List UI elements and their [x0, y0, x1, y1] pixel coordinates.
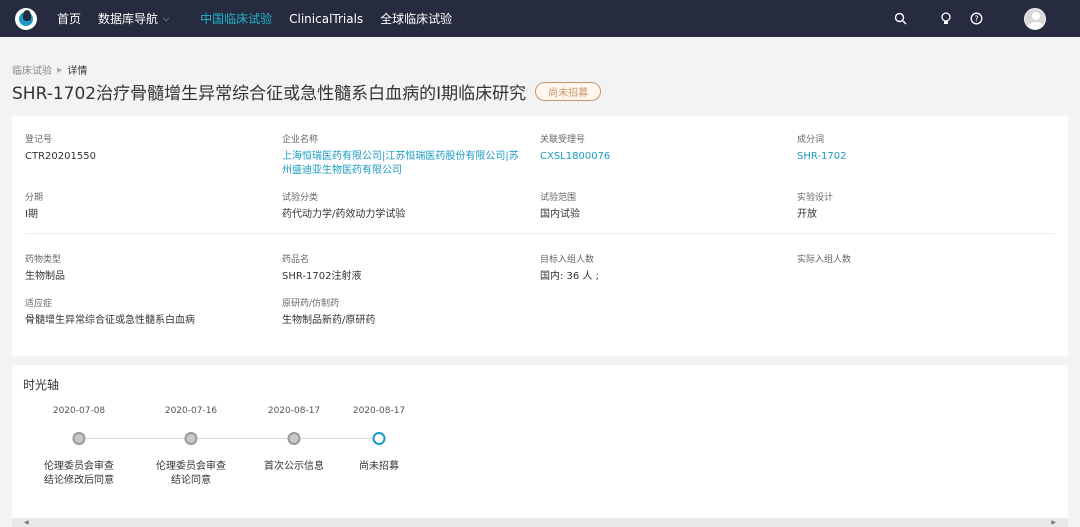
- company-link[interactable]: 上海恒瑞医药有限公司|江苏恒瑞医药股份有限公司|苏州盛迪亚生物医药有限公司: [282, 150, 528, 178]
- timeline-date: 2020-08-17: [352, 406, 406, 416]
- timeline-label: 伦理委员会审查 结论同意: [146, 460, 236, 488]
- timeline-label-line: 结论同意: [171, 475, 211, 486]
- accept-no-link[interactable]: CXSL1800076: [540, 150, 610, 164]
- nav-global-trials[interactable]: 全球临床试验: [380, 10, 452, 27]
- page-title: SHR-1702治疗骨髓增生异常综合征或急性髓系白血病的I期临床研究: [12, 84, 527, 104]
- chevron-right-icon: ▶: [57, 65, 63, 74]
- field-accept-no: 关联受理号 CXSL1800076: [540, 132, 610, 164]
- target-n-label: 目标入组人数: [540, 255, 595, 265]
- info-card: 登记号 CTR20201550 企业名称 上海恒瑞医药有限公司|江苏恒瑞医药股份…: [12, 116, 1068, 356]
- actual-n-label: 实际入组人数: [797, 255, 852, 265]
- design-value: 开放: [797, 209, 817, 220]
- field-origin: 原研药/仿制药 生物制品新药/原研药: [282, 296, 375, 328]
- nav-database-label: 数据库导航: [98, 12, 159, 26]
- drug-name-label: 药品名: [282, 255, 310, 265]
- timeline-label-line: 尚未招募: [359, 461, 399, 472]
- nav-clinicaltrials[interactable]: ClinicalTrials: [289, 12, 363, 26]
- drug-type-label: 药物类型: [25, 255, 62, 265]
- timeline-dot-current: [372, 432, 386, 445]
- ingredient-link[interactable]: SHR-1702: [797, 150, 846, 164]
- field-target-n: 目标入组人数 国内: 36 人 ;: [540, 252, 599, 284]
- nav-database[interactable]: 数据库导航 ⌵: [98, 10, 169, 27]
- divider: [25, 233, 1055, 234]
- design-label: 实验设计: [797, 193, 834, 203]
- scroll-left-icon[interactable]: ◀: [24, 519, 29, 526]
- logo-icon[interactable]: [15, 7, 37, 30]
- title-row: SHR-1702治疗骨髓增生异常综合征或急性髓系白血病的I期临床研究 尚未招募: [12, 79, 602, 104]
- field-company: 企业名称 上海恒瑞医药有限公司|江苏恒瑞医药股份有限公司|苏州盛迪亚生物医药有限…: [282, 132, 528, 178]
- status-badge: 尚未招募: [535, 82, 602, 101]
- phase-value: I期: [25, 209, 38, 220]
- horizontal-scrollbar[interactable]: ◀ ▶: [12, 518, 1068, 527]
- accept-no-label: 关联受理号: [540, 135, 586, 145]
- company-label: 企业名称: [282, 135, 319, 145]
- timeline-label: 伦理委员会审查 结论修改后同意: [34, 460, 124, 488]
- lightbulb-icon[interactable]: [938, 11, 954, 27]
- help-icon[interactable]: ?: [968, 11, 984, 27]
- field-drug-type: 药物类型 生物制品: [25, 252, 65, 284]
- svg-text:?: ?: [974, 15, 978, 24]
- field-category: 试验分类 药代动力学/药效动力学试验: [282, 190, 405, 222]
- scroll-right-icon[interactable]: ▶: [1051, 519, 1056, 526]
- top-navbar: 首页 数据库导航 ⌵ 中国临床试验 ClinicalTrials 全球临床试验 …: [0, 0, 1080, 37]
- reg-no-value: CTR20201550: [25, 151, 96, 162]
- scope-value: 国内试验: [540, 209, 580, 220]
- timeline-label-line: 结论修改后同意: [44, 475, 114, 486]
- avatar[interactable]: [1024, 7, 1046, 30]
- timeline-date: 2020-07-16: [164, 406, 218, 416]
- timeline-label-line: 首次公示信息: [264, 461, 324, 472]
- timeline-label: 尚未招募: [334, 460, 424, 474]
- timeline-card: 时光轴 2020-07-08 伦理委员会审查 结论修改后同意 2020-07-1…: [12, 365, 1068, 527]
- nav-china-trials[interactable]: 中国临床试验: [200, 10, 272, 27]
- drug-type-value: 生物制品: [25, 271, 65, 282]
- phase-label: 分期: [25, 193, 44, 203]
- field-phase: 分期 I期: [25, 190, 43, 222]
- origin-label: 原研药/仿制药: [282, 299, 340, 309]
- field-drug-name: 药品名 SHR-1702注射液: [282, 252, 361, 284]
- field-reg-no: 登记号 CTR20201550: [25, 132, 96, 164]
- field-ingredient: 成分词 SHR-1702: [797, 132, 846, 164]
- ingredient-label: 成分词: [797, 135, 825, 145]
- timeline-title: 时光轴: [23, 378, 60, 392]
- breadcrumb-parent[interactable]: 临床试验: [12, 62, 52, 77]
- indication-value: 骨髓增生异常综合征或急性髓系白血病: [25, 315, 195, 326]
- timeline-label-line: 伦理委员会审查: [44, 461, 114, 472]
- timeline-dot: [287, 432, 301, 445]
- timeline-dot: [72, 432, 86, 445]
- category-label: 试验分类: [282, 193, 319, 203]
- scope-label: 试验范围: [540, 193, 577, 203]
- breadcrumb: 临床试验 ▶ 详情: [12, 62, 88, 78]
- field-indication: 适应症 骨髓增生异常综合征或急性髓系白血病: [25, 296, 195, 328]
- chevron-down-icon: ⌵: [163, 13, 170, 23]
- indication-label: 适应症: [25, 299, 53, 309]
- timeline-line: [79, 438, 379, 439]
- timeline-label: 首次公示信息: [249, 460, 339, 474]
- category-value: 药代动力学/药效动力学试验: [282, 209, 406, 220]
- drug-name-value: SHR-1702注射液: [282, 271, 362, 282]
- target-n-value: 国内: 36 人 ;: [540, 271, 599, 282]
- reg-no-label: 登记号: [25, 135, 53, 145]
- timeline-date: 2020-07-08: [52, 406, 106, 416]
- field-actual-n: 实际入组人数: [797, 252, 851, 270]
- field-scope: 试验范围 国内试验: [540, 190, 580, 222]
- nav-home[interactable]: 首页: [57, 10, 81, 27]
- timeline-label-line: 伦理委员会审查: [156, 461, 226, 472]
- search-icon[interactable]: [892, 11, 908, 27]
- field-design: 实验设计 开放: [797, 190, 833, 222]
- breadcrumb-current: 详情: [67, 66, 88, 77]
- origin-value: 生物制品新药/原研药: [282, 315, 376, 326]
- timeline-date: 2020-08-17: [267, 406, 321, 416]
- timeline-dot: [184, 432, 198, 445]
